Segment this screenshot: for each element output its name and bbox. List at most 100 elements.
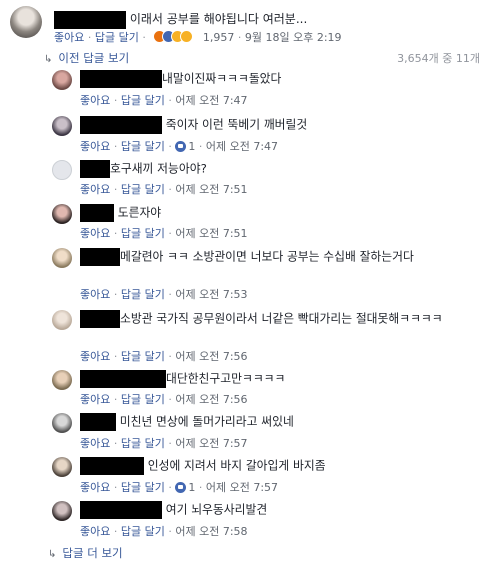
- reply-reply-link[interactable]: 답글 달기: [121, 288, 165, 301]
- meta-separator: ·: [198, 481, 203, 494]
- reply-body: 소방관 국가직 공무원이라서 너같은 빡대가리는 절대못해ㅋㅋㅋㅋ: [80, 310, 480, 328]
- main-commenter-avatar[interactable]: [10, 6, 42, 38]
- meta-separator: ·: [113, 227, 118, 240]
- meta-separator: ·: [237, 31, 242, 44]
- reply-body: 인성에 지려서 바지 갈아입게 바지좀: [80, 457, 480, 475]
- reactions-icons[interactable]: [153, 30, 197, 43]
- reply-reply-link[interactable]: 답글 달기: [121, 183, 165, 196]
- meta-separator: ·: [168, 481, 172, 494]
- meta-separator: ·: [113, 393, 118, 406]
- reply-avatar[interactable]: [52, 70, 72, 90]
- meta-separator: ·: [113, 140, 118, 153]
- reply-body: 내말이진짜ㅋㅋㅋ돌았다: [80, 70, 480, 88]
- redacted-name: [80, 160, 110, 178]
- reply-avatar[interactable]: [52, 204, 72, 224]
- reply-like-link[interactable]: 좋아요: [80, 183, 110, 196]
- reply-text: 호구새끼 저능아야?: [110, 161, 207, 176]
- reply-like-count[interactable]: 1: [188, 481, 195, 494]
- reply-time[interactable]: 어제 오전 7:47: [175, 94, 247, 107]
- reply-time[interactable]: 어제 오전 7:56: [175, 350, 247, 363]
- reply-time[interactable]: 어제 오전 7:57: [175, 437, 247, 450]
- reply-avatar[interactable]: [52, 457, 72, 477]
- reaction-count[interactable]: 1,957: [203, 31, 235, 44]
- reply-like-link[interactable]: 좋아요: [80, 94, 110, 107]
- reply-text: 죽이자 이런 뚝베기 깨버릴것: [165, 117, 308, 132]
- meta-separator: ·: [168, 393, 172, 406]
- main-comment-time[interactable]: 9월 18일 오후 2:19: [245, 31, 342, 44]
- reply-text: 인성에 지려서 바지 갈아입게 바지좀: [147, 458, 326, 473]
- reply-avatar[interactable]: [52, 248, 72, 268]
- meta-separator: ·: [113, 525, 118, 538]
- reply-reply-link[interactable]: 답글 달기: [121, 481, 165, 494]
- redacted-name: [80, 116, 162, 134]
- redacted-name: [80, 413, 116, 431]
- reply-time[interactable]: 어제 오전 7:58: [175, 525, 247, 538]
- reply-like-link[interactable]: 좋아요: [80, 140, 110, 153]
- reply-time[interactable]: 어제 오전 7:57: [206, 481, 278, 494]
- reply-item: 소방관 국가직 공무원이라서 너같은 빡대가리는 절대못해ㅋㅋㅋㅋ 좋아요 · …: [52, 310, 482, 364]
- reply-body: 대단한친구고만ㅋㅋㅋㅋ: [80, 370, 480, 388]
- reply-avatar[interactable]: [52, 501, 72, 521]
- reply-body: 호구새끼 저능아야?: [80, 160, 480, 178]
- reply-text: 미친년 면상에 돌머가리라고 써있네: [119, 414, 294, 429]
- redacted-name: [80, 70, 162, 88]
- reply-reply-link[interactable]: 답글 달기: [121, 350, 165, 363]
- reply-like-link[interactable]: 좋아요: [80, 437, 110, 450]
- reply-link[interactable]: 답글 달기: [95, 31, 139, 44]
- main-comment-line: 이래서 공부를 해야됩니다 여러분...: [54, 10, 307, 29]
- redacted-name: [80, 310, 120, 328]
- reply-text: 메갈련아 ㅋㅋ 소방관이면 너보다 공부는 수십배 잘하는거다: [120, 249, 414, 264]
- previous-replies-label: 이전 답글 보기: [58, 51, 130, 65]
- reply-like-link[interactable]: 좋아요: [80, 350, 110, 363]
- reply-body: 미친년 면상에 돌머가리라고 써있네: [80, 413, 480, 431]
- reply-meta: 좋아요 · 답글 달기 · 어제 오전 7:56: [80, 348, 248, 364]
- reply-time[interactable]: 어제 오전 7:47: [206, 140, 278, 153]
- reply-avatar[interactable]: [52, 370, 72, 390]
- reply-like-link[interactable]: 좋아요: [80, 393, 110, 406]
- reply-avatar[interactable]: [52, 413, 72, 433]
- reply-like-count[interactable]: 1: [188, 140, 195, 153]
- reply-text: 여기 뇌우동사리발견: [165, 502, 268, 517]
- reply-meta: 좋아요 · 답글 달기 · 1 · 어제 오전 7:47: [80, 138, 278, 154]
- reply-reply-link[interactable]: 답글 달기: [121, 140, 165, 153]
- reply-avatar[interactable]: [52, 310, 72, 330]
- reply-body: 여기 뇌우동사리발견: [80, 501, 480, 519]
- reply-time[interactable]: 어제 오전 7:51: [175, 183, 247, 196]
- reply-time[interactable]: 어제 오전 7:51: [175, 227, 247, 240]
- like-icon: [175, 482, 187, 493]
- previous-replies-link[interactable]: ↳ 이전 답글 보기: [44, 50, 129, 66]
- redacted-name: [80, 501, 162, 519]
- redacted-name: [80, 457, 144, 475]
- main-comment-text: 이래서 공부를 해야됩니다 여러분...: [129, 12, 308, 26]
- meta-separator: ·: [113, 183, 118, 196]
- reply-arrow-icon: ↳: [48, 549, 57, 560]
- reply-reply-link[interactable]: 답글 달기: [121, 94, 165, 107]
- reply-item: 여기 뇌우동사리발견 좋아요 · 답글 달기 · 어제 오전 7:58: [52, 501, 482, 539]
- replies-bar: ↳ 이전 답글 보기 3,654개 중 11개: [44, 48, 480, 66]
- reply-reply-link[interactable]: 답글 달기: [121, 437, 165, 450]
- reply-reply-link[interactable]: 답글 달기: [121, 227, 165, 240]
- reply-item: 죽이자 이런 뚝베기 깨버릴것 좋아요 · 답글 달기 · 1 · 어제 오전 …: [52, 116, 482, 154]
- meta-separator: ·: [113, 481, 118, 494]
- more-replies-link[interactable]: ↳ 답글 더 보기: [48, 545, 123, 561]
- meta-separator: ·: [113, 288, 118, 301]
- reply-meta: 좋아요 · 답글 달기 · 어제 오전 7:58: [80, 523, 248, 539]
- reply-time[interactable]: 어제 오전 7:56: [175, 393, 247, 406]
- reply-item: 미친년 면상에 돌머가리라고 써있네 좋아요 · 답글 달기 · 어제 오전 7…: [52, 413, 482, 450]
- reply-avatar[interactable]: [52, 116, 72, 136]
- redacted-name: [80, 370, 166, 388]
- reply-avatar[interactable]: [52, 160, 72, 180]
- meta-separator: ·: [142, 31, 146, 44]
- meta-separator: ·: [87, 31, 92, 44]
- redacted-name: [80, 204, 114, 222]
- reply-like-link[interactable]: 좋아요: [80, 481, 110, 494]
- reply-reply-link[interactable]: 답글 달기: [121, 525, 165, 538]
- reply-time[interactable]: 어제 오전 7:53: [175, 288, 247, 301]
- reply-like-link[interactable]: 좋아요: [80, 288, 110, 301]
- like-link[interactable]: 좋아요: [54, 31, 84, 44]
- reply-like-link[interactable]: 좋아요: [80, 525, 110, 538]
- reply-like-link[interactable]: 좋아요: [80, 227, 110, 240]
- like-icon: [175, 141, 187, 152]
- reply-reply-link[interactable]: 답글 달기: [121, 393, 165, 406]
- meta-separator: ·: [168, 227, 172, 240]
